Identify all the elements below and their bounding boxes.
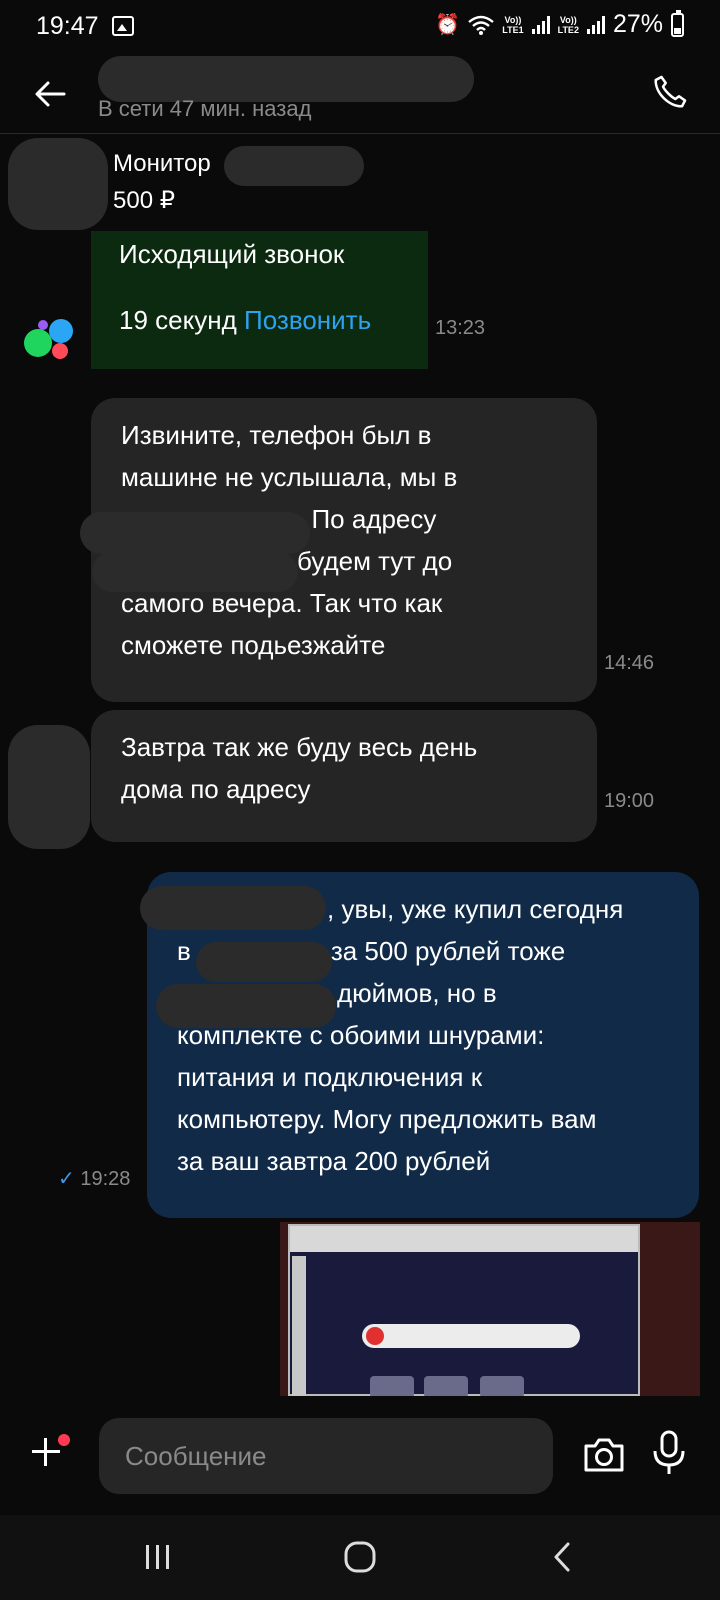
back-chevron-icon <box>554 1542 570 1572</box>
redaction-blob <box>80 512 310 554</box>
call-button[interactable] <box>646 68 694 116</box>
photo-tile <box>480 1376 524 1396</box>
sim1-label-top: Vo)) <box>504 14 522 25</box>
call-back-link[interactable]: Позвонить <box>244 305 371 335</box>
recents-button[interactable] <box>128 1535 188 1579</box>
message-bubble: Завтра так же буду весь день дома по адр… <box>91 710 597 842</box>
battery-level <box>674 28 681 34</box>
message-time: 14:46 <box>604 652 655 674</box>
redaction-blob <box>196 942 332 982</box>
status-icons: ⏰ Vo)) LTE1 Vo)) LTE2 27% <box>435 9 684 39</box>
composer <box>0 1400 720 1510</box>
notification-dot <box>58 1434 70 1446</box>
home-icon <box>344 1541 376 1573</box>
photo-browser-tabbar <box>290 1226 638 1252</box>
message-line: сможете подьезжайте <box>121 630 386 660</box>
status-time: 19:47 <box>36 12 99 40</box>
home-button[interactable] <box>330 1535 390 1579</box>
wifi-icon <box>468 15 495 35</box>
app-logo-icon <box>22 313 74 365</box>
microphone-icon <box>653 1430 685 1474</box>
sim2-indicator: Vo)) LTE2 <box>558 15 579 35</box>
message-line: компьютеру. Могу предложить вам <box>177 1104 597 1134</box>
back-nav-button[interactable] <box>532 1535 592 1579</box>
message-line: машине не услышала, мы в <box>121 462 458 492</box>
sim2-label-bottom: LTE2 <box>557 24 579 35</box>
gallery-icon <box>112 16 134 36</box>
redaction-blob <box>8 725 90 849</box>
mic-button[interactable] <box>652 1430 696 1478</box>
message-time: 19:00 <box>604 790 655 812</box>
message-status: ✓ 19:28 <box>58 1166 130 1191</box>
battery-icon <box>671 9 684 37</box>
check-icon: ✓ <box>58 1168 75 1190</box>
redaction-blob <box>156 984 336 1028</box>
chat-header: В сети 47 мин. назад <box>0 52 720 134</box>
sim1-indicator: Vo)) LTE1 <box>502 15 523 35</box>
back-arrow-icon <box>35 81 66 107</box>
camera-icon <box>584 1438 624 1472</box>
phone-icon <box>654 75 687 108</box>
message-line: питания и подключения к <box>177 1062 483 1092</box>
sim1-label-bottom: LTE1 <box>502 24 524 35</box>
listing-price: 500 ₽ <box>113 187 175 214</box>
sim2-label-top: Vo)) <box>559 14 577 25</box>
call-duration: 19 секунд <box>119 305 237 335</box>
redaction-blob <box>140 886 326 930</box>
call-time: 13:23 <box>435 317 486 339</box>
listing-title[interactable]: Монитор <box>113 150 211 178</box>
redaction-blob <box>92 552 298 592</box>
recents-icon <box>146 1545 169 1569</box>
message-line: Завтра так же буду весь день <box>121 732 478 762</box>
photo-search-bar <box>362 1324 580 1348</box>
alarm-icon: ⏰ <box>435 14 461 36</box>
camera-button[interactable] <box>582 1434 626 1478</box>
call-bubble: Исходящий звонок 19 секунд Позвонить <box>91 231 428 369</box>
message-line: дома по адресу <box>121 774 311 804</box>
back-button[interactable] <box>28 72 72 116</box>
message-line: Извините, телефон был в <box>121 420 432 450</box>
call-title: Исходящий звонок <box>119 239 345 269</box>
message-input[interactable] <box>99 1418 553 1494</box>
photo-yandex-logo <box>366 1327 384 1345</box>
redaction-blob <box>8 138 108 230</box>
photo-browser-sidebar <box>292 1256 306 1396</box>
message-time: 19:28 <box>80 1168 131 1190</box>
status-bar: 19:47 ⏰ Vo)) LTE1 Vo)) LTE2 27% <box>0 0 720 52</box>
contact-status: В сети 47 мин. назад <box>98 96 312 121</box>
call-duration-row: 19 секунд Позвонить <box>119 305 371 336</box>
signal-icon <box>531 15 550 34</box>
redaction-blob <box>224 146 364 186</box>
photo-tile <box>424 1376 468 1396</box>
signal-icon <box>586 15 605 34</box>
battery-percent: 27% <box>612 10 663 38</box>
system-nav-bar <box>0 1515 720 1600</box>
image-attachment[interactable] <box>280 1222 700 1396</box>
message-fragment: в <box>177 936 191 966</box>
photo-tile <box>370 1376 414 1396</box>
message-line: за ваш завтра 200 рублей <box>177 1146 491 1176</box>
monitor-photo <box>288 1224 640 1396</box>
